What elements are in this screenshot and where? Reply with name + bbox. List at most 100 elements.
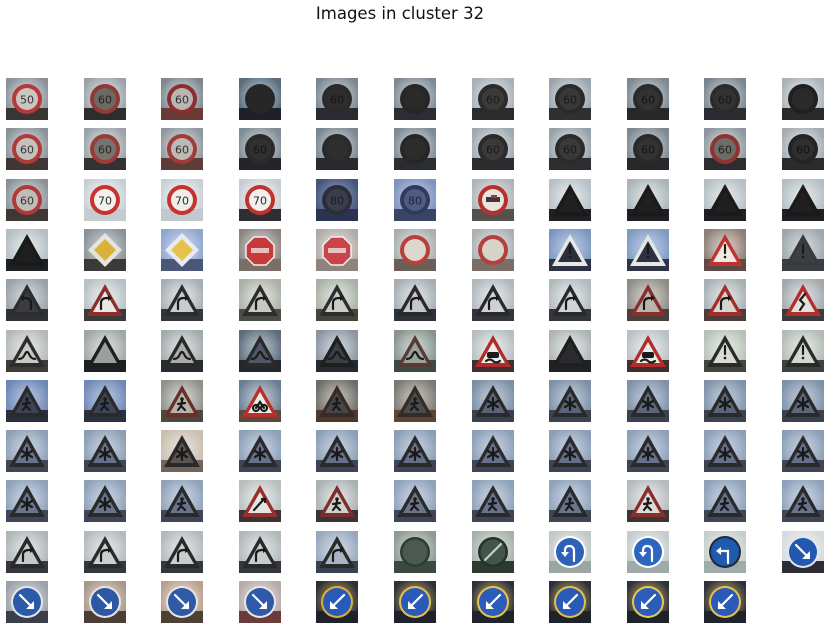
cluster-image-thumbnail bbox=[394, 329, 436, 372]
cluster-image-thumbnail bbox=[83, 581, 126, 623]
cluster-image-thumbnail: 60 bbox=[238, 128, 281, 171]
sign-image bbox=[394, 228, 436, 271]
sign-image bbox=[6, 329, 48, 372]
sign-image bbox=[161, 430, 204, 473]
cluster-image-thumbnail bbox=[626, 329, 669, 372]
sign-image bbox=[238, 78, 281, 120]
sign-image: 60 bbox=[626, 128, 669, 171]
cluster-image-thumbnail: 70 bbox=[238, 178, 281, 221]
cluster-image-thumbnail bbox=[471, 379, 514, 422]
sign-image: 50 bbox=[6, 78, 48, 120]
sign-image bbox=[626, 329, 669, 372]
sign-image: 60 bbox=[316, 78, 359, 120]
sign-image bbox=[549, 279, 592, 322]
sign-image bbox=[471, 228, 514, 271]
cluster-image-thumbnail bbox=[471, 430, 514, 473]
sign-image bbox=[782, 480, 824, 523]
sign-image bbox=[704, 480, 747, 523]
sign-image bbox=[6, 430, 48, 473]
sign-image: 60 bbox=[161, 128, 204, 171]
svg-text:60: 60 bbox=[563, 144, 577, 157]
sign-image: 60 bbox=[83, 78, 126, 120]
sign-image bbox=[704, 581, 747, 623]
cluster-image-thumbnail bbox=[782, 480, 824, 523]
sign-image: 60 bbox=[83, 128, 126, 171]
cluster-image-thumbnail: 60 bbox=[782, 128, 824, 171]
sign-image bbox=[238, 279, 281, 322]
cluster-image-thumbnail bbox=[549, 581, 592, 623]
cluster-image-thumbnail bbox=[83, 430, 126, 473]
cluster-image-thumbnail bbox=[549, 530, 592, 573]
cluster-image-thumbnail: 60 bbox=[704, 78, 747, 120]
sign-image bbox=[316, 329, 359, 372]
cluster-image-thumbnail: 50 bbox=[6, 78, 48, 120]
cluster-image-thumbnail bbox=[549, 480, 592, 523]
sign-image: 60 bbox=[471, 78, 514, 120]
sign-image: 70 bbox=[161, 178, 204, 221]
sign-image: 60 bbox=[471, 128, 514, 171]
sign-image bbox=[549, 480, 592, 523]
cluster-image-thumbnail bbox=[704, 581, 747, 623]
svg-text:50: 50 bbox=[20, 94, 34, 107]
cluster-image-thumbnail bbox=[704, 279, 747, 322]
svg-text:60: 60 bbox=[718, 144, 732, 157]
sign-image bbox=[704, 228, 747, 271]
sign-image bbox=[704, 279, 747, 322]
cluster-image-thumbnail bbox=[471, 530, 514, 573]
cluster-image-thumbnail bbox=[394, 430, 436, 473]
cluster-image-thumbnail bbox=[161, 228, 204, 271]
cluster-image-thumbnail bbox=[83, 480, 126, 523]
sign-image bbox=[6, 279, 48, 322]
cluster-image-thumbnail bbox=[549, 379, 592, 422]
cluster-image-thumbnail bbox=[6, 379, 48, 422]
sign-image bbox=[626, 279, 669, 322]
cluster-image-thumbnail bbox=[238, 480, 281, 523]
cluster-image-thumbnail: 60 bbox=[6, 178, 48, 221]
cluster-image-thumbnail bbox=[238, 581, 281, 623]
sign-image bbox=[83, 530, 126, 573]
cluster-image-thumbnail bbox=[471, 279, 514, 322]
cluster-image-thumbnail bbox=[316, 581, 359, 623]
svg-text:60: 60 bbox=[796, 144, 810, 157]
cluster-image-thumbnail bbox=[549, 430, 592, 473]
sign-image: 60 bbox=[6, 178, 48, 221]
sign-image: 80 bbox=[316, 178, 359, 221]
sign-image bbox=[394, 480, 436, 523]
sign-image bbox=[704, 178, 747, 221]
sign-image bbox=[549, 178, 592, 221]
sign-image bbox=[471, 430, 514, 473]
sign-image bbox=[626, 430, 669, 473]
sign-image bbox=[394, 78, 436, 120]
cluster-image-thumbnail bbox=[316, 430, 359, 473]
sign-image bbox=[549, 430, 592, 473]
cluster-image-thumbnail bbox=[704, 329, 747, 372]
sign-image bbox=[471, 581, 514, 623]
cluster-image-thumbnail bbox=[626, 581, 669, 623]
sign-image bbox=[626, 178, 669, 221]
cluster-image-thumbnail bbox=[238, 530, 281, 573]
sign-image bbox=[394, 329, 436, 372]
cluster-image-thumbnail bbox=[394, 480, 436, 523]
sign-image: 80 bbox=[394, 178, 436, 221]
cluster-image-thumbnail bbox=[704, 530, 747, 573]
sign-image bbox=[394, 430, 436, 473]
sign-image: 60 bbox=[238, 128, 281, 171]
cluster-image-thumbnail bbox=[549, 178, 592, 221]
cluster-image-thumbnail: 80 bbox=[394, 178, 436, 221]
cluster-image-thumbnail bbox=[471, 228, 514, 271]
cluster-image-thumbnail bbox=[316, 128, 359, 171]
cluster-image-thumbnail bbox=[471, 329, 514, 372]
sign-image bbox=[238, 329, 281, 372]
svg-text:70: 70 bbox=[253, 194, 267, 207]
sign-image: 60 bbox=[6, 128, 48, 171]
image-grid: 50 60 60 60 60 60 60 60 60 60 60 60 60 60 60 60 60 60 70 70… bbox=[6, 78, 826, 623]
sign-image bbox=[161, 279, 204, 322]
cluster-image-thumbnail bbox=[394, 128, 436, 171]
cluster-image-thumbnail bbox=[161, 581, 204, 623]
sign-image bbox=[782, 78, 824, 120]
sign-image bbox=[394, 128, 436, 171]
cluster-image-thumbnail bbox=[6, 480, 48, 523]
sign-image bbox=[83, 228, 126, 271]
cluster-image-thumbnail bbox=[626, 279, 669, 322]
cluster-image-thumbnail bbox=[626, 430, 669, 473]
